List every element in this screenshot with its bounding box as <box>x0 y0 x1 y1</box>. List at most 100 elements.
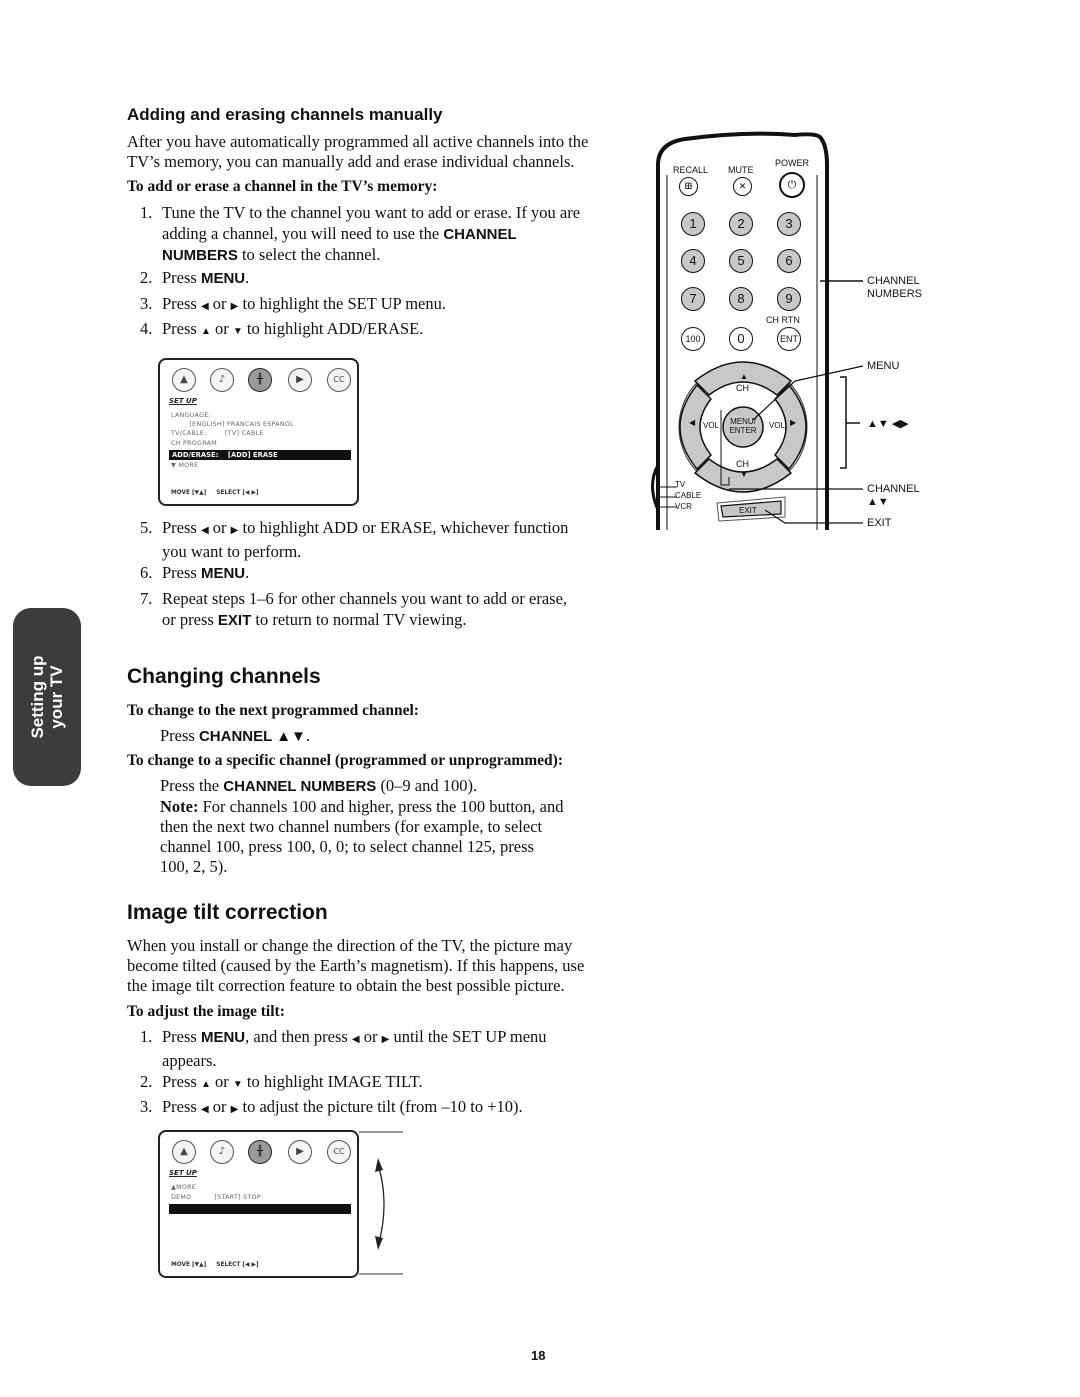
step-text: or <box>210 319 233 338</box>
step-text: to adjust the picture tilt (from –10 to … <box>238 1097 523 1116</box>
number-key-8[interactable]: 8 <box>729 287 753 311</box>
audio-icon: ♪ <box>210 1140 234 1164</box>
step-text: Press <box>162 268 201 287</box>
step-number: 3. <box>140 294 153 313</box>
applications-icon: ▶ <box>288 1140 312 1164</box>
number-key-1[interactable]: 1 <box>681 212 705 236</box>
osd-row: [ENGLISH] FRANCAIS ESPANOL <box>171 421 294 428</box>
switch-tv[interactable]: TV <box>675 480 685 489</box>
key-name: MENU <box>200 1029 246 1046</box>
mute-button[interactable]: ✕ <box>733 177 752 196</box>
step-1: 1. Tune the TV to the channel you want t… <box>140 203 640 265</box>
remote-control-illustration: RECALL MUTE POWER ⊞ ✕ ⏻ 1 2 3 4 5 6 7 8 9 100 0 ENT… <box>645 125 945 535</box>
left-arrow-icon: ◀ <box>200 525 209 536</box>
cc-icon: CC <box>327 368 351 392</box>
ch-down-arrow-icon[interactable]: ▼ <box>740 470 748 479</box>
up-arrow-icon: ▲ <box>200 326 211 337</box>
image-tilt-slider[interactable]: –········▌····+ <box>185 1235 245 1243</box>
step-text: to return to normal TV viewing. <box>251 609 467 629</box>
body-text: (0–9 and 100). <box>376 776 478 795</box>
recall-button[interactable]: ⊞ <box>679 177 698 196</box>
intro-line: After you have automatically programmed … <box>127 132 589 151</box>
step-text: Press <box>162 1072 201 1091</box>
body-text: Press the <box>160 776 224 795</box>
number-key-2[interactable]: 2 <box>729 212 753 236</box>
step-6: 6. Press MENU. <box>140 563 640 585</box>
exit-button[interactable]: EXIT <box>739 506 757 515</box>
ch-down-label: CH <box>736 459 749 469</box>
heading-changing-channels: Changing channels <box>127 665 321 688</box>
key-name: EXIT <box>217 611 252 629</box>
step-number: 1. <box>140 1027 153 1046</box>
step-number: 7. <box>140 589 153 608</box>
cc-icon: CC <box>327 1140 351 1164</box>
power-label: POWER <box>775 158 810 168</box>
tilt-step-1: 1. Press MENU, and then press ◀ or ▶ unt… <box>140 1027 640 1071</box>
ch-up-arrow-icon[interactable]: ▲ <box>740 372 748 381</box>
step-text: Press <box>162 518 201 537</box>
step-text: to highlight IMAGE TILT. <box>242 1072 423 1091</box>
number-key-0[interactable]: 0 <box>729 327 753 351</box>
number-key-6[interactable]: 6 <box>777 249 801 273</box>
picture-icon: ▲ <box>172 368 196 392</box>
switch-cable[interactable]: CABLE <box>675 491 701 500</box>
step-number: 5. <box>140 518 153 537</box>
number-key-7[interactable]: 7 <box>681 287 705 311</box>
step-text: or press <box>162 609 218 629</box>
step-text: or <box>208 1097 231 1116</box>
menu-enter-button[interactable]: MENU/ ENTER <box>725 417 761 435</box>
tilt-indicator-graphic <box>359 1131 403 1275</box>
step-text: until the SET UP menu <box>389 1027 547 1046</box>
switch-vcr[interactable]: VCR <box>675 502 692 511</box>
step-text: you want to perform. <box>162 541 302 561</box>
number-key-4[interactable]: 4 <box>681 249 705 273</box>
press-channel-line: Press CHANNEL ▲▼. <box>160 726 310 747</box>
menu-enter-label: MENU/ <box>730 417 756 426</box>
osd-setup-menu-add-erase: ▲ ♪ ╫ ▶ CC SET UP LANGUAGE: [ENGLISH] FR… <box>158 358 359 506</box>
power-button[interactable]: ⏻ <box>779 172 805 198</box>
step-text: Press <box>162 563 201 582</box>
subheading-specific-channel: To change to a specific channel (program… <box>127 752 563 769</box>
note-label: Note: <box>160 797 199 816</box>
recall-label: RECALL <box>673 165 709 175</box>
step-text: or <box>359 1027 382 1046</box>
key-name: CHANNEL ▲▼ <box>198 728 306 745</box>
osd-menu-icons: ▲ ♪ ╫ ▶ CC <box>170 368 351 394</box>
step-text: to select the channel. <box>237 245 381 264</box>
vol-left-label: VOL <box>703 421 720 430</box>
osd-row: TV/CABLE: [TV] CABLE <box>171 430 264 437</box>
step-7: 7. Repeat steps 1–6 for other channels y… <box>140 589 640 633</box>
osd-row: CH PROGRAM <box>171 440 218 447</box>
applications-icon: ▶ <box>288 368 312 392</box>
number-key-ent[interactable]: ENT <box>777 327 801 351</box>
subheading-next-channel: To change to the next programmed channel… <box>127 702 419 719</box>
page-number: 18 <box>531 1348 546 1363</box>
intro-line: become tilted (caused by the Earth’s mag… <box>127 956 585 975</box>
step-text: to highlight ADD or ERASE, whichever fun… <box>238 518 569 537</box>
number-key-9[interactable]: 9 <box>777 287 801 311</box>
vol-right-label: VOL <box>769 421 786 430</box>
key-name: CHANNEL <box>443 225 517 243</box>
callout-text: ▲▼ <box>867 496 889 508</box>
step-text: Press <box>162 1027 201 1046</box>
left-arrow-icon: ◀ <box>200 301 209 312</box>
step-number: 1. <box>140 203 153 222</box>
vol-right-arrow-icon[interactable]: ▶ <box>790 418 796 427</box>
key-name: NUMBERS <box>162 247 238 264</box>
step-text: Press <box>162 1097 201 1116</box>
down-arrow-icon: ▼ <box>232 326 243 337</box>
down-arrow-icon: ▼ <box>232 1079 243 1090</box>
ch-rtn-label: CH RTN <box>766 315 800 325</box>
note-text: then the next two channel numbers (for e… <box>160 817 543 836</box>
step-text: Press <box>162 294 201 313</box>
intro-paragraph: After you have automatically programmed … <box>127 132 588 172</box>
step-2: 2. Press MENU. <box>140 268 640 290</box>
vol-left-arrow-icon[interactable]: ◀ <box>689 418 695 427</box>
number-key-3[interactable]: 3 <box>777 212 801 236</box>
number-key-100[interactable]: 100 <box>681 327 705 351</box>
number-key-5[interactable]: 5 <box>729 249 753 273</box>
tilt-step-3: 3. Press ◀ or ▶ to adjust the picture ti… <box>140 1097 640 1119</box>
osd-title: SET UP <box>169 397 197 405</box>
step-4: 4. Press ▲ or ▼ to highlight ADD/ERASE. <box>140 319 640 341</box>
step-text: . <box>245 563 250 582</box>
